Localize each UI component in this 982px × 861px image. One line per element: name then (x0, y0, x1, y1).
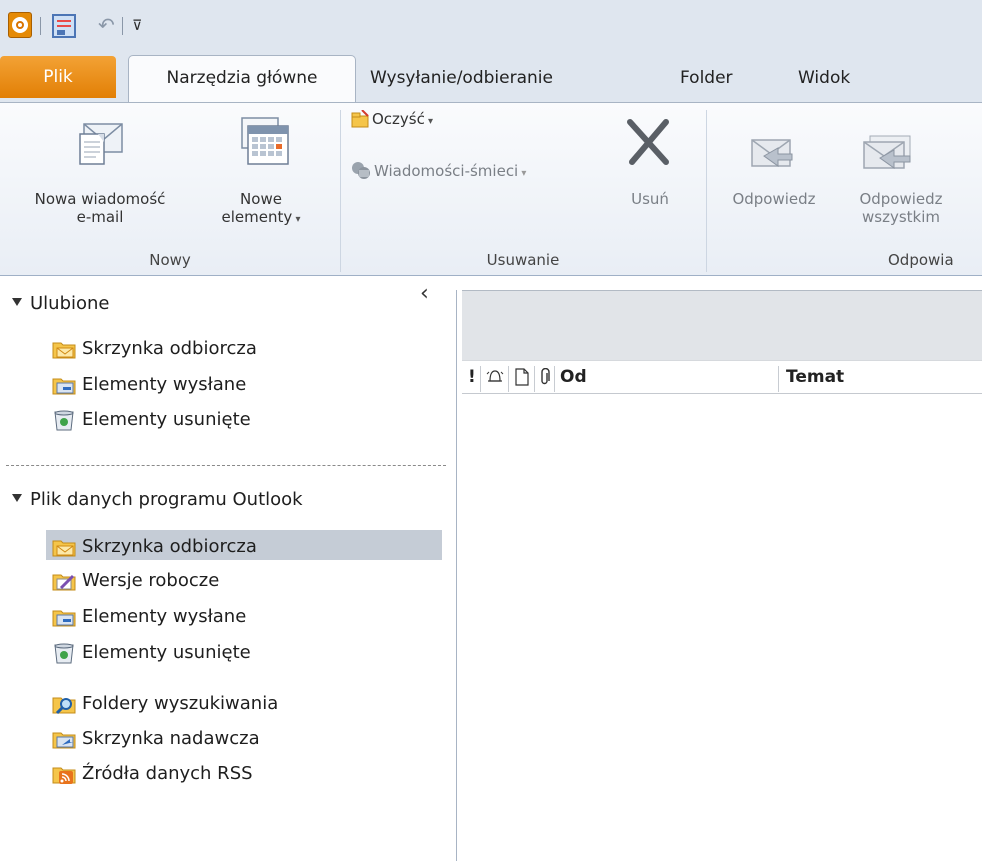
folder-deleted[interactable]: Elementy usunięte (82, 640, 251, 666)
column-importance[interactable]: ! (468, 364, 476, 390)
ribbon-separator (340, 110, 341, 272)
reply-all-label-1: Odpowiedz (859, 190, 943, 208)
group-label-respond: Odpowia (888, 251, 954, 269)
deleted-items-icon (52, 642, 76, 664)
delete-button[interactable]: Usuń (620, 190, 680, 208)
new-mail-button[interactable]: Nowa wiadomość e-mail (0, 190, 200, 226)
expand-triangle-icon[interactable] (12, 298, 22, 306)
column-from[interactable]: Od (560, 364, 587, 390)
tab-view[interactable]: Widok (798, 60, 850, 96)
folder-rss-feeds[interactable]: Źródła danych RSS (82, 761, 253, 787)
rss-feed-icon (52, 763, 76, 785)
dropdown-arrow-icon: ▾ (424, 116, 434, 127)
favorites-sent[interactable]: Elementy wysłane (82, 372, 246, 398)
qat-separator (40, 17, 41, 35)
reply-all-button[interactable]: Odpowiedz wszystkim (836, 190, 966, 226)
reply-button[interactable]: Odpowiedz (718, 190, 830, 208)
attachment-icon[interactable] (538, 368, 552, 386)
column-separator[interactable] (480, 366, 481, 392)
group-label-delete: Usuwanie (486, 251, 560, 269)
deleted-items-icon (52, 409, 76, 431)
send-receive-all-icon[interactable] (52, 14, 76, 38)
pane-divider (6, 465, 446, 466)
item-type-icon[interactable] (514, 368, 530, 386)
collapse-pane-icon[interactable]: ‹ (420, 282, 429, 306)
clean-up-icon (350, 110, 370, 128)
reply-all-label-2: wszystkim (862, 208, 940, 226)
customize-menu-icon[interactable]: ⊽ (132, 16, 142, 36)
inbox-folder-icon (52, 338, 76, 360)
column-separator[interactable] (508, 366, 509, 392)
search-folder-icon (52, 693, 76, 715)
outlook-logo-icon[interactable] (8, 12, 32, 38)
favorites-inbox[interactable]: Skrzynka odbiorcza (82, 336, 257, 362)
quick-access-toolbar (0, 0, 982, 52)
expand-triangle-icon[interactable] (12, 494, 22, 502)
favorites-header[interactable]: Ulubione (30, 291, 110, 317)
reply-icon[interactable] (742, 132, 798, 172)
outbox-folder-icon (52, 728, 76, 750)
junk-mail-icon (350, 160, 372, 180)
datafile-header[interactable]: Plik danych programu Outlook (30, 487, 303, 513)
tab-send-receive[interactable]: Wysyłanie/odbieranie (370, 60, 553, 96)
reminder-bell-icon[interactable] (486, 368, 504, 386)
new-mail-icon[interactable] (74, 110, 132, 168)
junk-mail-label: Wiadomości-śmieci (374, 162, 519, 180)
dropdown-arrow-icon: ▾ (518, 168, 527, 179)
column-subject[interactable]: Temat (786, 364, 844, 390)
tab-file[interactable]: Plik (0, 56, 116, 98)
tab-folder[interactable]: Folder (680, 60, 733, 96)
column-separator[interactable] (554, 366, 555, 392)
clean-up-label: Oczyść (372, 110, 425, 128)
reply-all-icon[interactable] (856, 130, 918, 174)
sent-folder-icon (52, 606, 76, 628)
column-separator[interactable] (778, 366, 779, 392)
folder-search-folders[interactable]: Foldery wyszukiwania (82, 691, 278, 717)
pane-splitter[interactable] (456, 290, 457, 861)
ribbon-separator (706, 110, 707, 272)
new-mail-label-2: e-mail (76, 208, 124, 226)
new-items-label-2: elementy (221, 208, 293, 226)
folder-inbox[interactable]: Skrzynka odbiorcza (82, 534, 257, 560)
message-list-top-bar (462, 290, 982, 360)
clean-up-button[interactable]: Oczyść ▾ (372, 110, 433, 131)
folder-outbox[interactable]: Skrzynka nadawcza (82, 726, 260, 752)
folder-sent[interactable]: Elementy wysłane (82, 604, 246, 630)
folder-drafts[interactable]: Wersje robocze (82, 568, 219, 594)
qat-separator (122, 17, 123, 35)
new-items-icon[interactable] (234, 112, 294, 168)
delete-icon[interactable] (622, 116, 674, 168)
tab-home[interactable]: Narzędzia główne (128, 55, 356, 103)
favorites-deleted[interactable]: Elementy usunięte (82, 407, 251, 433)
new-mail-label-1: Nowa wiadomość (34, 190, 166, 208)
column-separator[interactable] (534, 366, 535, 392)
drafts-folder-icon (52, 570, 76, 592)
undo-icon[interactable]: ↶ (98, 14, 115, 36)
sent-folder-icon (52, 374, 76, 396)
group-label-new: Nowy (149, 251, 191, 269)
dropdown-arrow-icon: ▾ (292, 214, 301, 225)
inbox-folder-icon (52, 536, 76, 558)
junk-mail-button[interactable]: Wiadomości-śmieci ▾ (374, 162, 526, 183)
new-items-label-1: Nowe (240, 190, 282, 208)
new-items-button[interactable]: Nowe elementy ▾ (196, 190, 326, 229)
